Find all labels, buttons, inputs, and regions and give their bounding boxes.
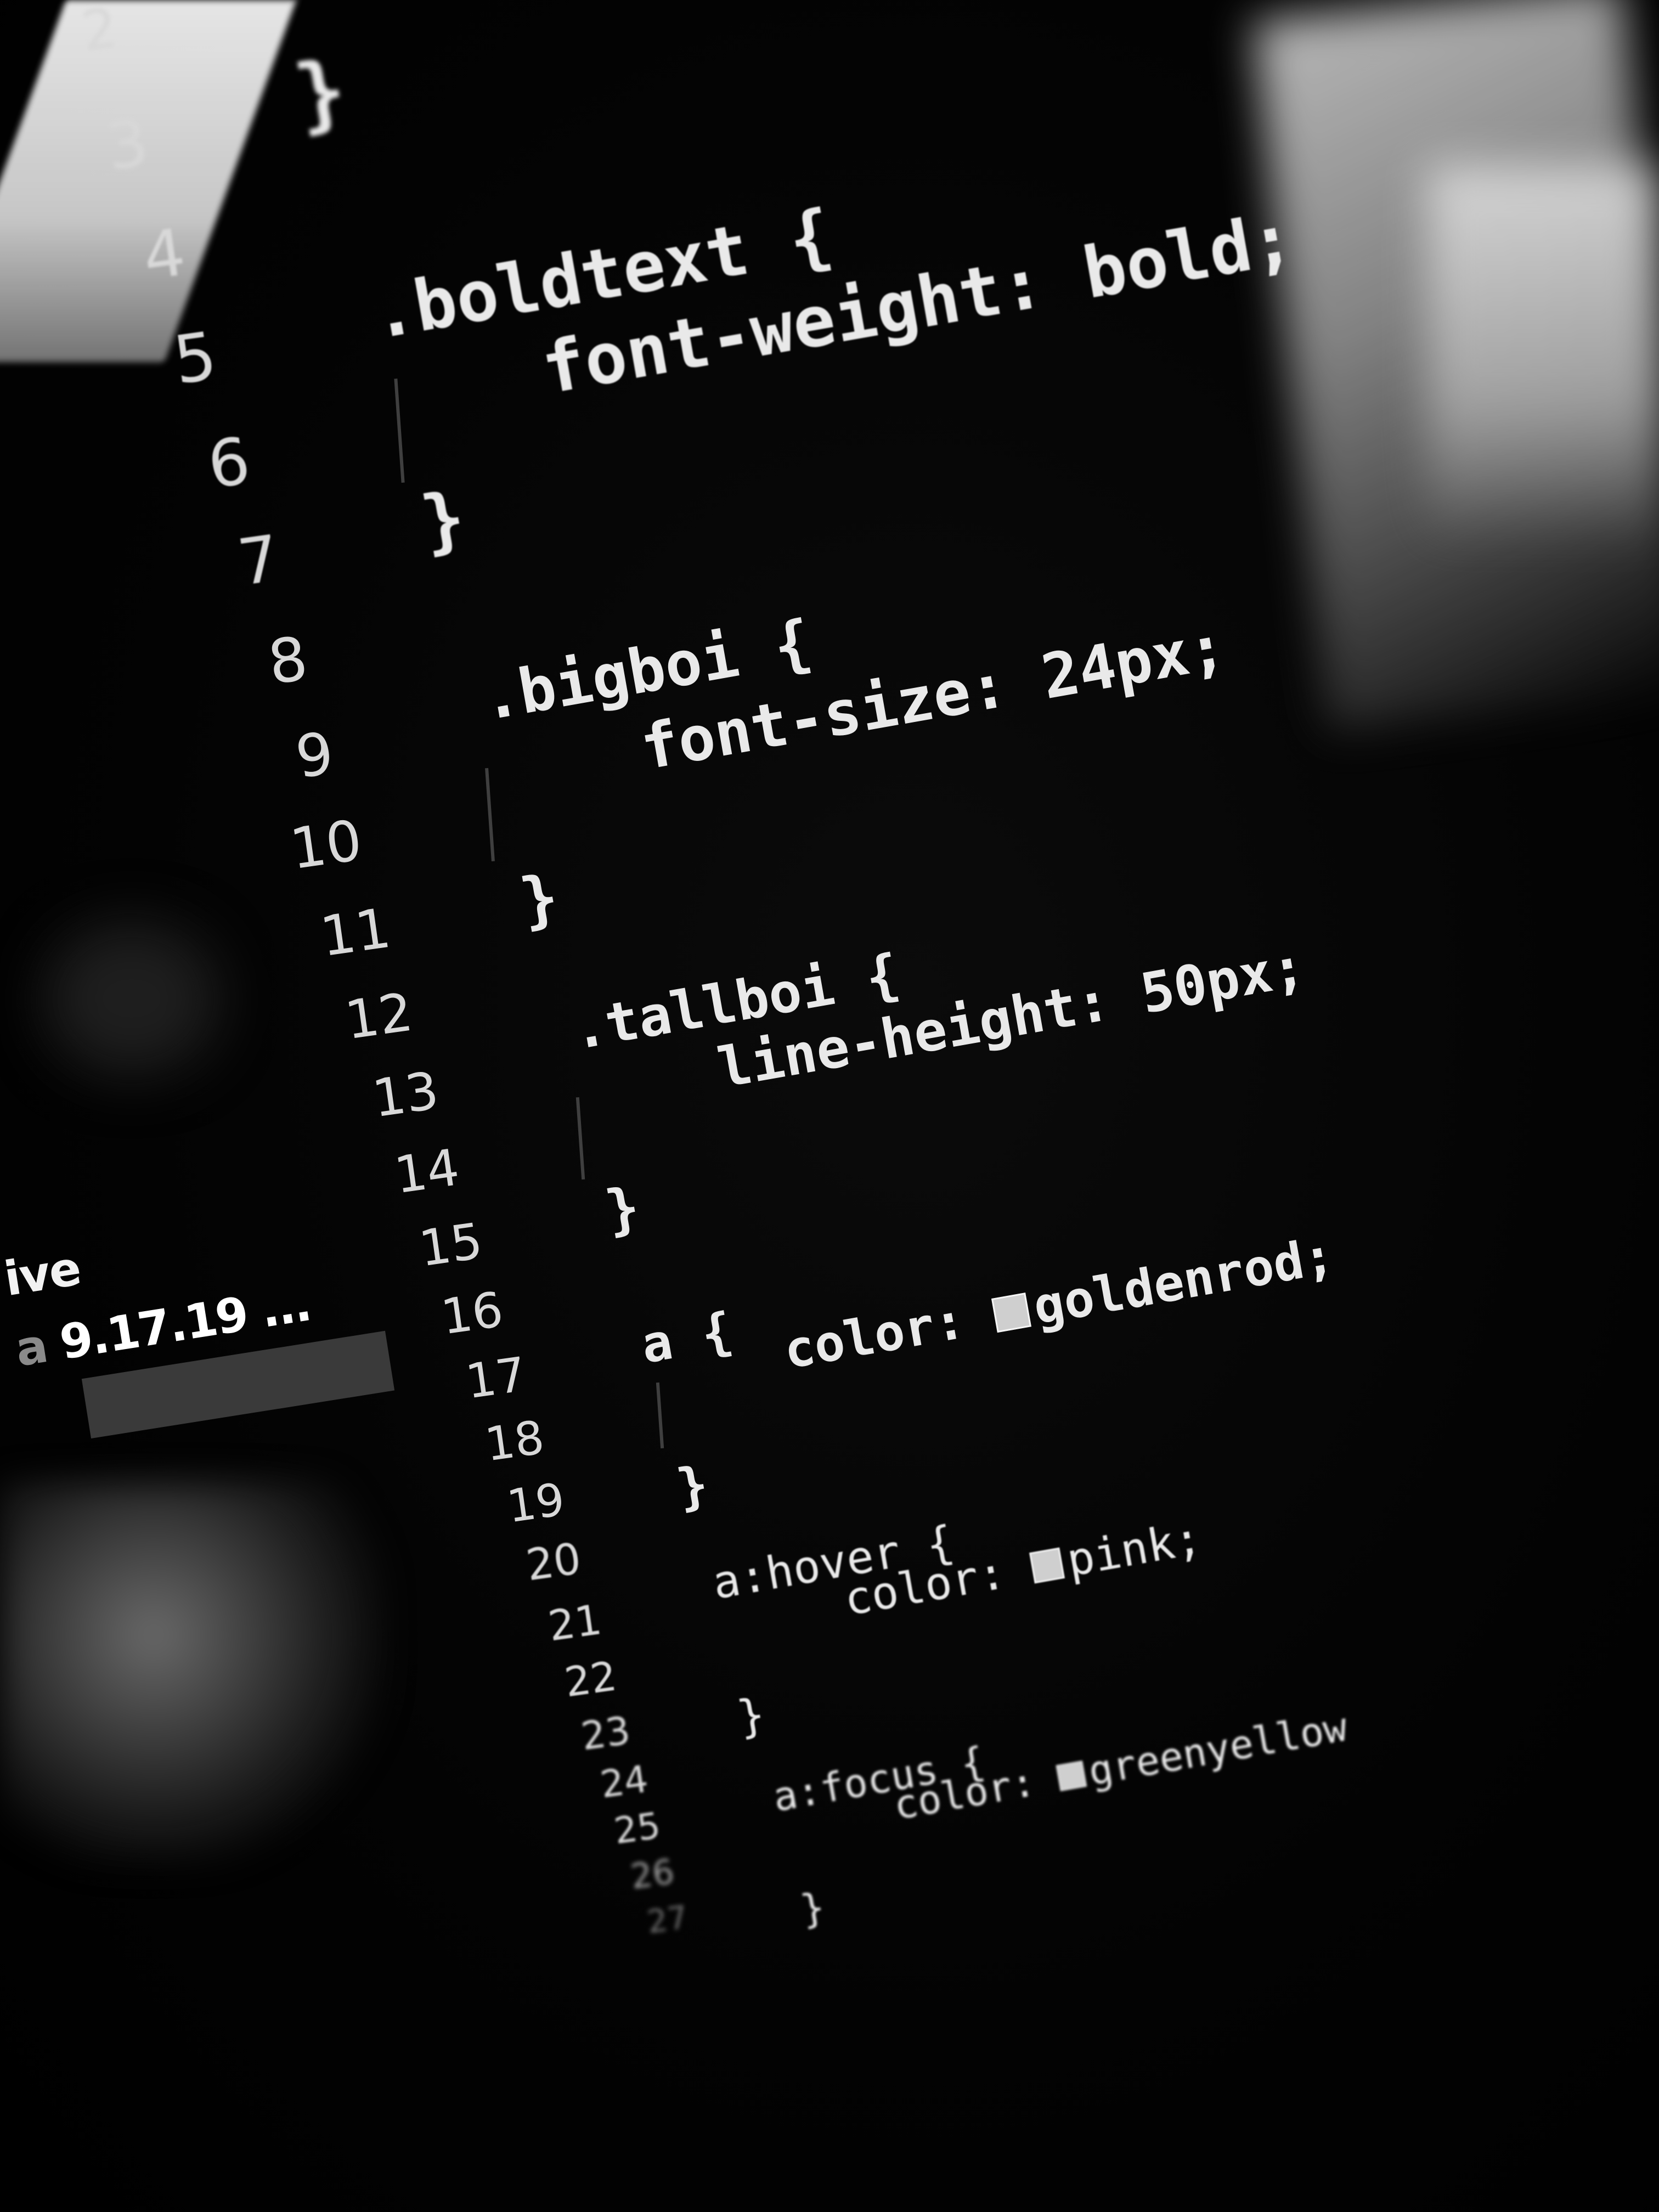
line-number: 9	[291, 719, 338, 792]
property-value: pink;	[1063, 1512, 1206, 1587]
code-line: }	[515, 861, 564, 938]
indent-guide	[394, 379, 405, 483]
color-swatch[interactable]	[991, 1292, 1031, 1333]
property-label: color:	[779, 1285, 1000, 1381]
line-number: 12	[341, 981, 416, 1052]
line-number: 8	[264, 623, 312, 698]
code-line: }	[287, 41, 354, 144]
code-line: color: goldenrod;	[780, 1226, 1339, 1380]
line-number: 24	[597, 1757, 651, 1807]
code-line: a {	[636, 1301, 737, 1375]
line-number: 21	[545, 1594, 605, 1651]
property-value: greenyellow	[1085, 1703, 1351, 1795]
line-number: 7	[233, 521, 284, 601]
line-number: 2	[77, 0, 122, 64]
line-number: 4	[138, 214, 190, 295]
line-number: 10	[286, 808, 366, 883]
line-number: 23	[578, 1708, 633, 1759]
line-number: 26	[628, 1851, 677, 1897]
line-number: 27	[645, 1898, 690, 1941]
photo-of-code-editor: ive a 9.17.19 ... 2 3 4 5 6 7 8 9 10 11 …	[0, 0, 1659, 2212]
line-number: 19	[504, 1473, 568, 1533]
line-number: 13	[369, 1060, 443, 1130]
line-number: 25	[611, 1804, 663, 1853]
code-line: }	[672, 1454, 713, 1518]
indent-guide	[485, 768, 495, 862]
line-number: 16	[437, 1280, 507, 1346]
color-swatch[interactable]	[1029, 1547, 1065, 1584]
line-number: 15	[415, 1212, 486, 1278]
line-number: 11	[316, 895, 395, 969]
code-line: }	[415, 476, 471, 564]
code-line: }	[733, 1688, 769, 1745]
line-number: 5	[169, 318, 222, 400]
line-number: 22	[562, 1652, 620, 1707]
line-number: 18	[482, 1410, 548, 1472]
line-number: 6	[203, 422, 255, 504]
property-value: goldenrod;	[1029, 1226, 1339, 1336]
color-swatch[interactable]	[1056, 1760, 1087, 1792]
indent-guide	[575, 1097, 585, 1180]
code-line: }	[600, 1174, 645, 1244]
code-editor[interactable]: 2 3 4 5 6 7 8 9 10 11 12 13 14 15 16 17 …	[0, 0, 1659, 2212]
code-line: }	[797, 1883, 828, 1933]
line-number: 3	[101, 104, 153, 185]
line-number: 17	[462, 1347, 530, 1410]
line-number: 14	[391, 1138, 463, 1205]
indent-guide	[656, 1382, 664, 1449]
line-number: 20	[523, 1534, 584, 1591]
